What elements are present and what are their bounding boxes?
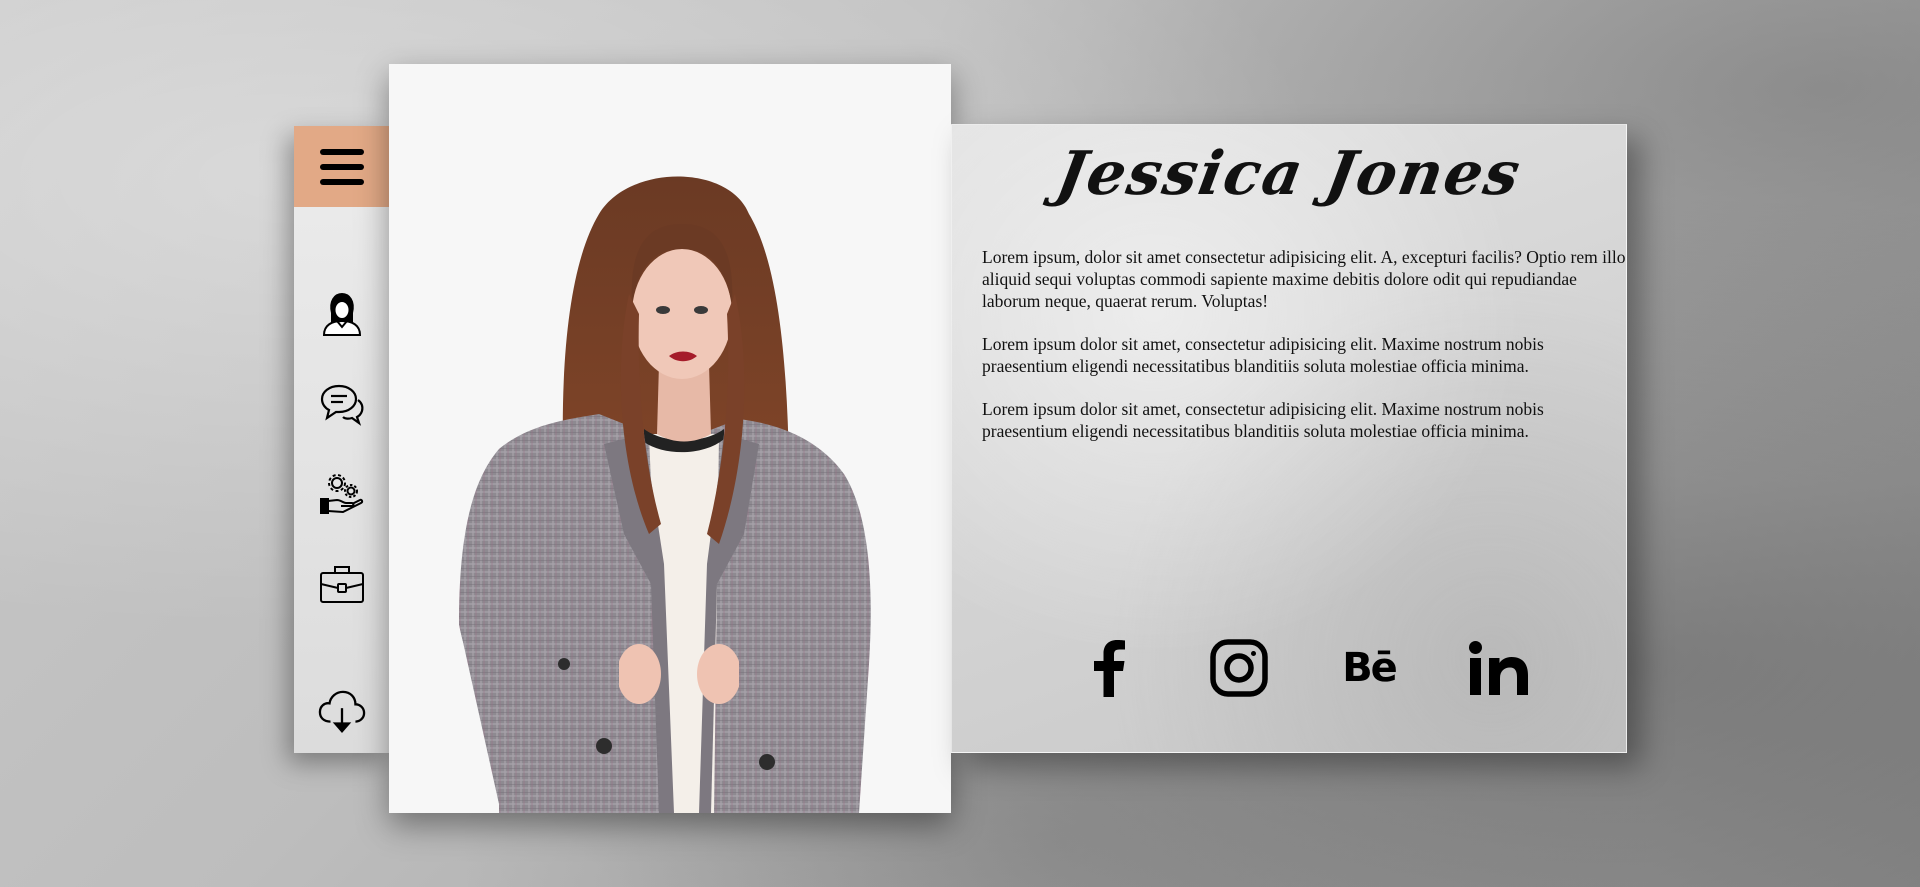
briefcase-icon	[320, 566, 364, 603]
bio-paragraph: Lorem ipsum, dolor sit amet consectetur …	[982, 247, 1626, 311]
user-icon	[322, 292, 362, 336]
linkedin-link[interactable]	[1464, 633, 1534, 703]
social-links: Bē	[952, 633, 1626, 703]
instagram-icon	[1210, 639, 1268, 697]
nav-portfolio-button[interactable]	[318, 560, 366, 608]
bio-paragraph: Lorem ipsum dolor sit amet, consectetur …	[982, 334, 1544, 376]
behance-link[interactable]: Bē	[1334, 633, 1404, 703]
nav-contact-button[interactable]	[318, 380, 366, 428]
facebook-icon	[1094, 640, 1125, 697]
bio-text: Lorem ipsum, dolor sit amet consectetur …	[982, 246, 1628, 463]
instagram-link[interactable]	[1204, 633, 1274, 703]
sidebar-nav	[294, 126, 390, 753]
cloud-download-icon	[318, 690, 366, 733]
behance-icon: Bē	[1342, 645, 1398, 691]
services-icon	[320, 474, 364, 514]
nav-about-button[interactable]	[318, 290, 366, 338]
bio-paragraph: Lorem ipsum dolor sit amet, consectetur …	[982, 399, 1544, 441]
nav-services-button[interactable]	[318, 470, 366, 518]
portrait-image	[389, 64, 951, 813]
linkedin-icon	[1469, 641, 1528, 695]
chat-icon	[320, 384, 364, 426]
profile-photo	[389, 64, 951, 813]
facebook-link[interactable]	[1074, 633, 1144, 703]
menu-icon	[320, 148, 364, 185]
download-cv-button[interactable]	[318, 688, 366, 736]
about-card: Jessica Jones Lorem ipsum, dolor sit ame…	[951, 124, 1627, 753]
menu-button[interactable]	[294, 126, 390, 207]
profile-name: Jessica Jones	[1051, 139, 1527, 209]
